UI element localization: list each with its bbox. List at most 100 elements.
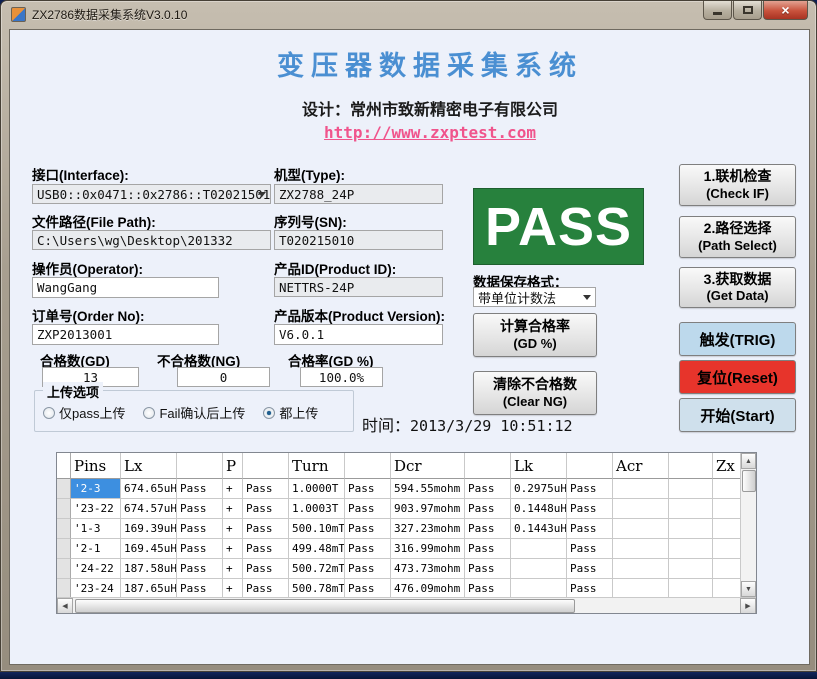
table-header-cell[interactable]: Acr [613,453,669,479]
table-cell[interactable]: Pass [177,579,223,597]
table-cell[interactable] [613,559,669,579]
table-cell[interactable] [713,499,740,519]
scroll-left-icon[interactable]: ◀ [57,598,73,614]
close-button[interactable]: × [763,1,808,20]
table-header-cell[interactable] [567,453,613,479]
path-select-button[interactable]: 2.路径选择 (Path Select) [679,216,796,258]
table-cell[interactable] [669,519,713,539]
table-cell[interactable]: Pass [465,499,511,519]
radio-upload-all[interactable]: 都上传 [263,403,318,422]
sn-field[interactable]: T020215010 [274,230,443,250]
table-cell[interactable] [669,559,713,579]
scroll-up-icon[interactable]: ▲ [741,453,756,469]
minimize-button[interactable] [703,1,732,20]
table-cell[interactable]: 327.23mohm [391,519,465,539]
table-cell[interactable]: 187.65uH [121,579,177,597]
table-cell[interactable] [713,519,740,539]
table-cell[interactable]: Pass [243,539,289,559]
table-cell[interactable] [57,479,71,499]
table-cell[interactable]: 594.55mohm [391,479,465,499]
table-cell[interactable] [613,499,669,519]
table-cell[interactable]: + [223,579,243,597]
table-header-cell[interactable]: Lk [511,453,567,479]
table-cell[interactable] [713,479,740,499]
table-cell[interactable]: 0.1443uH [511,519,567,539]
table-cell[interactable] [57,559,71,579]
horizontal-scrollbar[interactable]: ◀ ▶ [57,597,756,613]
maximize-button[interactable] [733,1,762,20]
table-cell[interactable]: Pass [177,559,223,579]
table-cell[interactable]: Pass [243,479,289,499]
table-cell[interactable] [669,499,713,519]
table-cell[interactable] [57,499,71,519]
table-cell[interactable]: Pass [345,519,391,539]
table-cell[interactable]: + [223,479,243,499]
table-cell[interactable]: 1.0000T [289,479,345,499]
clear-ng-button[interactable]: 清除不合格数 (Clear NG) [473,371,597,415]
table-cell[interactable]: Pass [177,539,223,559]
gd-rate-field[interactable]: 100.0% [300,367,383,387]
table-cell[interactable]: '2-3 [71,479,121,499]
table-cell[interactable] [57,539,71,559]
table-header-cell[interactable] [177,453,223,479]
horizontal-scroll-thumb[interactable] [75,599,575,613]
table-cell[interactable]: 473.73mohm [391,559,465,579]
ng-count-field[interactable]: 0 [177,367,270,387]
table-cell[interactable]: Pass [345,479,391,499]
table-cell[interactable]: '23-24 [71,579,121,597]
table-header-cell[interactable] [345,453,391,479]
table-cell[interactable] [511,539,567,559]
table-cell[interactable]: Pass [345,499,391,519]
table-cell[interactable]: + [223,539,243,559]
table-cell[interactable]: 476.09mohm [391,579,465,597]
vertical-scroll-thumb[interactable] [742,470,756,492]
table-cell[interactable]: Pass [465,559,511,579]
table-cell[interactable]: Pass [177,519,223,539]
table-cell[interactable]: 500.72mT [289,559,345,579]
table-cell[interactable]: 169.45uH [121,539,177,559]
table-cell[interactable]: 674.65uH [121,479,177,499]
table-header-cell[interactable] [465,453,511,479]
table-cell[interactable]: Pass [567,499,613,519]
table-cell[interactable]: 169.39uH [121,519,177,539]
table-cell[interactable]: Pass [177,479,223,499]
save-format-combo[interactable]: 带单位计数法 [473,287,596,307]
table-cell[interactable]: + [223,559,243,579]
table-cell[interactable]: Pass [345,579,391,597]
table-cell[interactable] [713,579,740,597]
reset-button[interactable]: 复位(Reset) [679,360,796,394]
table-cell[interactable]: Pass [465,519,511,539]
table-cell[interactable]: Pass [243,499,289,519]
table-cell[interactable]: Pass [465,479,511,499]
table-cell[interactable]: Pass [177,499,223,519]
get-data-button[interactable]: 3.获取数据 (Get Data) [679,267,796,308]
table-cell[interactable]: Pass [345,539,391,559]
table-cell[interactable] [669,539,713,559]
order-no-field[interactable]: ZXP2013001 [32,324,219,345]
interface-combo[interactable]: USB0::0x0471::0x2786::T020215010:: [32,184,271,204]
table-cell[interactable]: 0.2975uH [511,479,567,499]
table-cell[interactable] [669,579,713,597]
table-cell[interactable]: 499.48mT [289,539,345,559]
radio-fail-confirm[interactable]: Fail确认后上传 [143,403,245,422]
table-cell[interactable] [613,539,669,559]
table-cell[interactable]: Pass [345,559,391,579]
table-cell[interactable] [669,479,713,499]
table-header-cell[interactable]: Turn [289,453,345,479]
table-cell[interactable]: + [223,499,243,519]
start-button[interactable]: 开始(Start) [679,398,796,432]
table-cell[interactable] [613,579,669,597]
table-cell[interactable]: 0.1448uH [511,499,567,519]
table-cell[interactable] [713,539,740,559]
calc-rate-button[interactable]: 计算合格率 (GD %) [473,313,597,357]
radio-pass-only[interactable]: 仅pass上传 [43,403,125,422]
table-cell[interactable]: Pass [567,579,613,597]
vertical-scrollbar[interactable]: ▲ ▼ [740,453,756,597]
table-header-cell[interactable]: Dcr [391,453,465,479]
table-header-cell[interactable]: P [223,453,243,479]
table-cell[interactable] [511,579,567,597]
table-cell[interactable]: Pass [567,539,613,559]
scroll-track[interactable] [575,598,740,613]
table-cell[interactable]: Pass [567,559,613,579]
table-cell[interactable]: '24-22 [71,559,121,579]
